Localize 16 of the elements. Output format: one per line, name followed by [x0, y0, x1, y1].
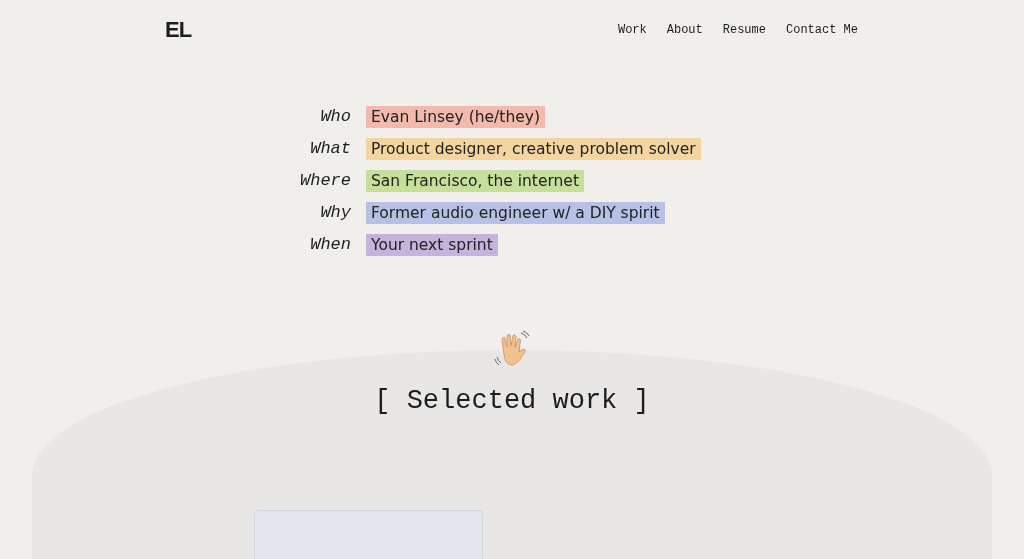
highlighted-text: Product designer, creative problem solver [366, 138, 701, 160]
section-heading: [ Selected work ] [374, 386, 650, 416]
highlighted-text: Your next sprint [366, 234, 498, 256]
intro-label: Why [319, 202, 351, 224]
nav-link[interactable]: Work [617, 23, 647, 37]
nav-link[interactable]: Contact Me [786, 23, 858, 37]
nav-link[interactable]: About [666, 23, 703, 37]
intro-label: Who [319, 106, 351, 128]
highlighted-text: Evan Linsey (he/they) [366, 106, 545, 128]
logo[interactable]: EL [165, 17, 192, 43]
intro-label: When [309, 234, 351, 256]
highlighted-text: San Francisco, the internet [366, 170, 584, 192]
nav-link[interactable]: Resume [722, 23, 766, 37]
highlighted-text: Former audio engineer w/ a DIY spirit [366, 202, 665, 224]
intro-label: What [309, 138, 351, 160]
intro-label: Where [299, 170, 351, 192]
